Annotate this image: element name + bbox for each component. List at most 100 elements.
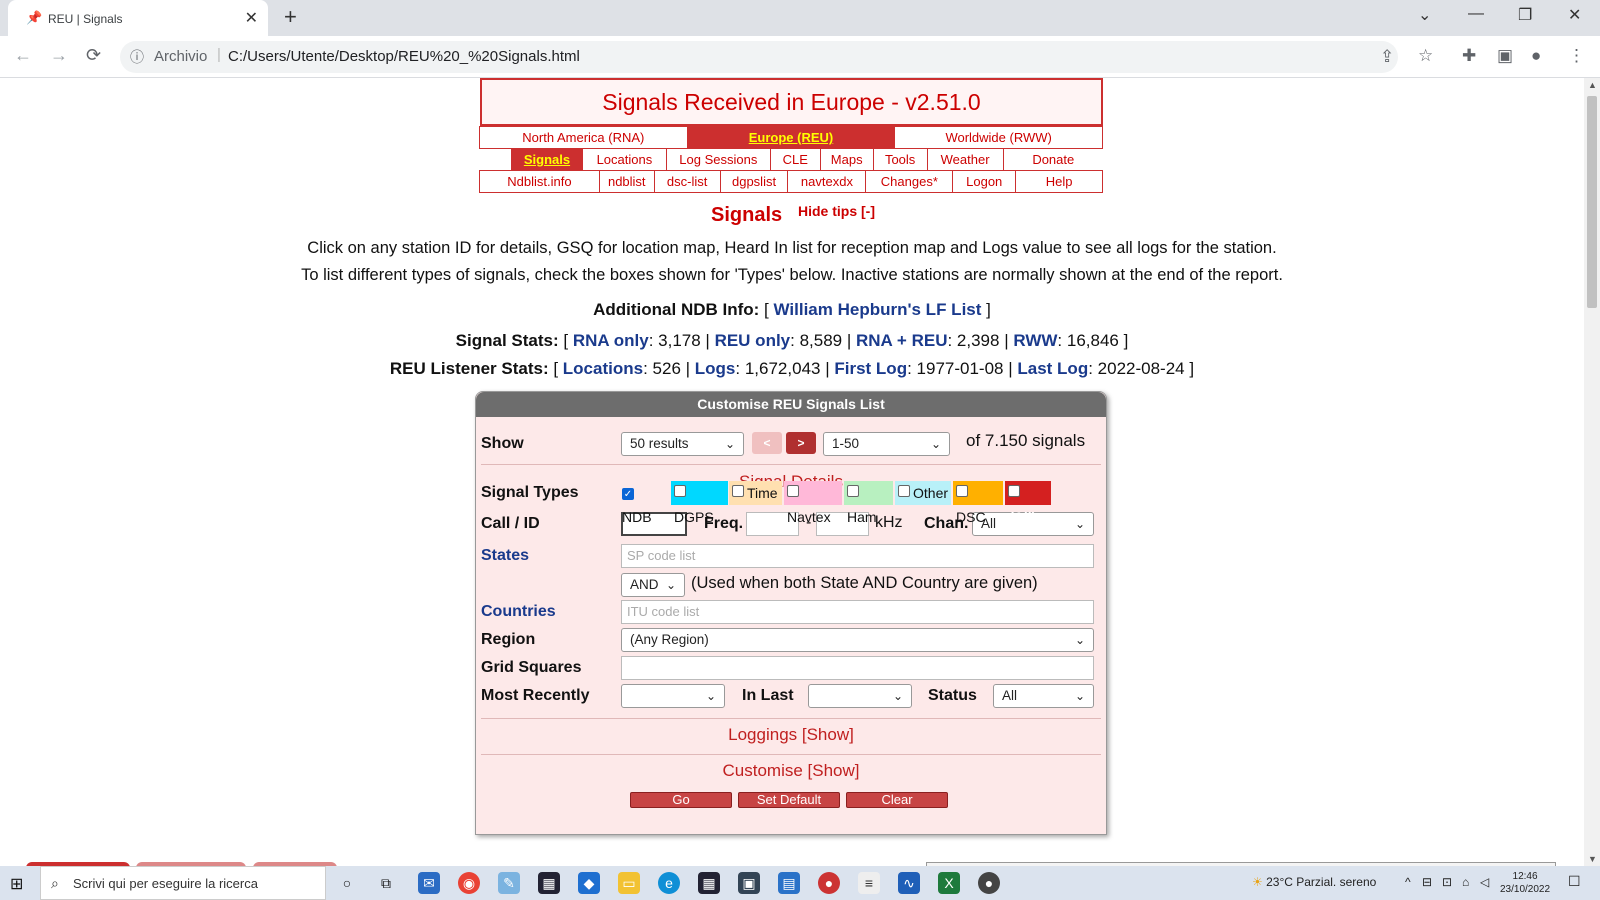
app-icon-film-2[interactable]: ▦ bbox=[698, 872, 720, 894]
set-default-button[interactable]: Set Default bbox=[738, 792, 840, 808]
nav-locations[interactable]: Locations bbox=[581, 148, 667, 171]
tab-reu-signals[interactable]: 📌 REU | Signals ✕ bbox=[8, 0, 268, 36]
taskbar-clock[interactable]: 12:46 23/10/2022 bbox=[1500, 870, 1550, 896]
nav-help[interactable]: Help bbox=[1015, 170, 1103, 193]
nav-dgpslist[interactable]: dgpslist bbox=[719, 170, 789, 193]
volume-icon[interactable]: ◁ bbox=[1480, 875, 1489, 889]
chrome-icon[interactable]: ◉ bbox=[458, 872, 480, 894]
scroll-up-icon[interactable]: ▲ bbox=[1588, 80, 1597, 90]
edge-icon[interactable]: e bbox=[658, 872, 680, 894]
nav-ndblist-info[interactable]: Ndblist.info bbox=[479, 170, 600, 193]
maximize-button[interactable]: ❐ bbox=[1518, 5, 1532, 25]
nav-donate[interactable]: Donate bbox=[1002, 148, 1103, 171]
forward-icon[interactable]: → bbox=[50, 45, 68, 66]
tray-icon-1[interactable]: ⊟ bbox=[1422, 875, 1432, 889]
states-input[interactable]: SP code list bbox=[621, 544, 1094, 568]
extensions-icon[interactable]: ✚ bbox=[1462, 46, 1476, 66]
status-select[interactable]: All ⌄ bbox=[993, 684, 1094, 708]
type-checkbox-other[interactable]: Other bbox=[895, 481, 951, 505]
nav-navtexdx[interactable]: navtexdx bbox=[787, 170, 867, 193]
close-tab-icon[interactable]: ✕ bbox=[245, 8, 258, 28]
page-range-select[interactable]: 1-50 ⌄ bbox=[823, 432, 950, 456]
checkbox-icon[interactable] bbox=[787, 485, 799, 497]
results-per-page-select[interactable]: 50 results ⌄ bbox=[621, 432, 744, 456]
type-checkbox-dsc[interactable]: DSC bbox=[953, 481, 1003, 525]
last-log-link[interactable]: Last Log bbox=[1017, 359, 1088, 378]
nav-signals[interactable]: Signals bbox=[511, 148, 583, 171]
app-icon-chart[interactable]: ∿ bbox=[898, 872, 920, 894]
first-log-link[interactable]: First Log bbox=[834, 359, 907, 378]
network-icon[interactable]: ⌂ bbox=[1462, 875, 1469, 889]
info-icon[interactable]: ⓘ bbox=[130, 47, 144, 67]
loggings-toggle[interactable]: Loggings [Show] bbox=[476, 725, 1106, 745]
in-last-select[interactable]: ⌄ bbox=[808, 684, 912, 708]
windows-start-icon[interactable]: ⊞ bbox=[10, 874, 23, 894]
checkbox-icon[interactable] bbox=[732, 485, 744, 497]
checkbox-icon[interactable] bbox=[674, 485, 686, 497]
grid-squares-input[interactable] bbox=[621, 656, 1094, 680]
checkbox-icon[interactable] bbox=[847, 485, 859, 497]
excel-icon[interactable]: X bbox=[938, 872, 960, 894]
rna-only-link[interactable]: RNA only bbox=[573, 331, 649, 350]
notifications-icon[interactable]: ☐ bbox=[1568, 873, 1581, 890]
customise-toggle[interactable]: Customise [Show] bbox=[476, 761, 1106, 781]
page-scrollbar[interactable]: ▲ ▼ bbox=[1584, 78, 1600, 866]
nav-dsc-list[interactable]: dsc-list bbox=[653, 170, 721, 193]
weather-widget[interactable]: ☀ 23°C Parzial. sereno bbox=[1252, 875, 1376, 889]
app-icon-blue[interactable]: ◆ bbox=[578, 872, 600, 894]
type-checkbox-ndb[interactable]: ✓ NDB bbox=[619, 481, 669, 525]
prev-page-button[interactable]: < bbox=[752, 432, 782, 454]
nav-ndblist[interactable]: ndblist bbox=[598, 170, 655, 193]
type-checkbox-ham[interactable]: Ham bbox=[844, 481, 893, 525]
countries-input[interactable]: ITU code list bbox=[621, 600, 1094, 624]
cortana-icon[interactable]: ○ bbox=[336, 872, 358, 894]
back-icon[interactable]: ← bbox=[14, 45, 32, 66]
most-recently-select[interactable]: ⌄ bbox=[621, 684, 725, 708]
clear-button[interactable]: Clear bbox=[846, 792, 948, 808]
reu-only-link[interactable]: REU only bbox=[715, 331, 791, 350]
nav-rna[interactable]: North America (RNA) bbox=[479, 126, 688, 149]
nav-rww[interactable]: Worldwide (RWW) bbox=[894, 126, 1103, 149]
rna-reu-link[interactable]: RNA + REU bbox=[856, 331, 947, 350]
nav-tools[interactable]: Tools bbox=[872, 148, 928, 171]
mail-icon[interactable]: ✉ bbox=[418, 872, 440, 894]
logs-link[interactable]: Logs bbox=[695, 359, 736, 378]
app-icon-window[interactable]: ▤ bbox=[778, 872, 800, 894]
type-checkbox-navtex[interactable]: Navtex bbox=[784, 481, 842, 525]
address-bar[interactable]: ⓘ Archivio | C:/Users/Utente/Desktop/REU… bbox=[120, 41, 1433, 73]
close-window-button[interactable]: ✕ bbox=[1568, 5, 1581, 25]
app-icon-circle[interactable]: ● bbox=[978, 872, 1000, 894]
go-button[interactable]: Go bbox=[630, 792, 732, 808]
region-select[interactable]: (Any Region) ⌄ bbox=[621, 628, 1094, 652]
app-icon-film[interactable]: ▦ bbox=[538, 872, 560, 894]
side-panel-icon[interactable]: ▣ bbox=[1497, 46, 1513, 66]
nav-logon[interactable]: Logon bbox=[952, 170, 1017, 193]
minimize-button[interactable]: — bbox=[1468, 5, 1484, 23]
app-icon-doc[interactable]: ≡ bbox=[858, 872, 880, 894]
menu-icon[interactable]: ⋮ bbox=[1568, 46, 1585, 66]
next-page-button[interactable]: > bbox=[786, 432, 816, 454]
locations-link[interactable]: Locations bbox=[563, 359, 643, 378]
tab-search-icon[interactable]: ⌄ bbox=[1418, 5, 1431, 25]
type-checkbox-time[interactable]: Time bbox=[729, 481, 782, 505]
type-checkbox-dgps[interactable]: DGPS bbox=[671, 481, 728, 525]
new-tab-button[interactable]: + bbox=[284, 4, 297, 30]
nav-maps[interactable]: Maps bbox=[819, 148, 874, 171]
scroll-thumb[interactable] bbox=[1587, 96, 1597, 308]
task-view-icon[interactable]: ⧉ bbox=[375, 872, 397, 894]
share-icon[interactable]: ⇪ bbox=[1380, 47, 1394, 67]
countries-label[interactable]: Countries bbox=[481, 603, 556, 621]
tray-icon-2[interactable]: ⊡ bbox=[1442, 875, 1452, 889]
states-label[interactable]: States bbox=[481, 547, 529, 565]
tray-chevron-icon[interactable]: ^ bbox=[1405, 875, 1411, 889]
bookmark-star-icon[interactable]: ☆ bbox=[1418, 46, 1433, 66]
and-or-select[interactable]: AND ⌄ bbox=[621, 573, 685, 597]
nav-cle[interactable]: CLE bbox=[769, 148, 821, 171]
nav-reu[interactable]: Europe (REU) bbox=[686, 126, 896, 149]
app-icon-monitor[interactable]: ▣ bbox=[738, 872, 760, 894]
file-explorer-icon[interactable]: ▭ bbox=[618, 872, 640, 894]
scroll-down-icon[interactable]: ▼ bbox=[1588, 854, 1597, 864]
app-icon-red[interactable]: ● bbox=[818, 872, 840, 894]
nav-changes[interactable]: Changes* bbox=[865, 170, 954, 193]
url-text[interactable]: C:/Users/Utente/Desktop/REU%20_%20Signal… bbox=[228, 48, 580, 65]
